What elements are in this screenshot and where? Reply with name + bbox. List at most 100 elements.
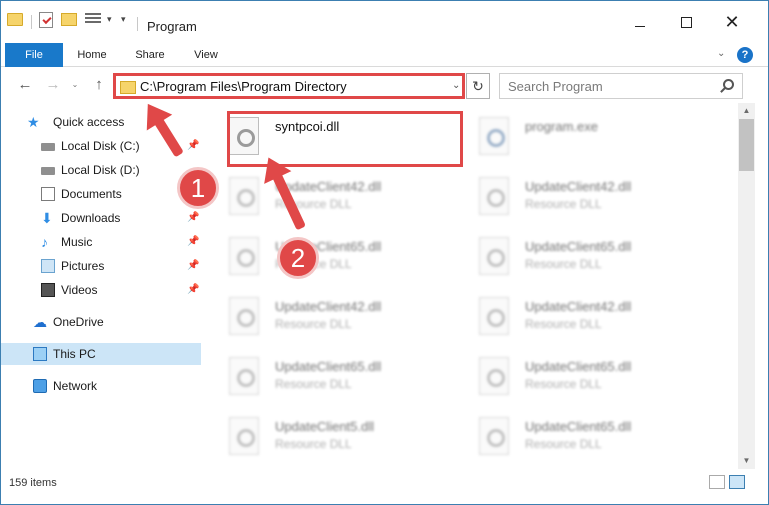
file-type: Resource DLL: [525, 257, 602, 271]
new-folder-icon[interactable]: [61, 13, 77, 26]
view-options-icon[interactable]: [85, 13, 101, 27]
scroll-up-icon[interactable]: ▲: [738, 103, 755, 119]
file-item[interactable]: UpdateClient65.dll Resource DLL: [457, 229, 697, 283]
sidebar-item-videos[interactable]: Videos 📌: [9, 279, 201, 301]
window-title: Program: [147, 19, 197, 34]
forward-button[interactable]: →: [43, 74, 63, 96]
file-item[interactable]: UpdateClient42.dll Resource DLL: [207, 169, 447, 223]
file-type: Resource DLL: [275, 437, 352, 451]
file-name: UpdateClient65.dll: [275, 359, 382, 374]
dll-file-icon: [229, 417, 259, 455]
search-input[interactable]: [508, 75, 718, 97]
details-view-icon[interactable]: [709, 475, 725, 489]
back-button[interactable]: ←: [15, 74, 35, 96]
pin-icon[interactable]: 📌: [187, 279, 199, 301]
pictures-icon: [41, 259, 55, 273]
chevron-down-icon[interactable]: ▾: [107, 14, 112, 25]
status-bar: 159 items: [1, 471, 768, 495]
star-icon: ★: [27, 114, 40, 130]
file-item[interactable]: UpdateClient5.dll Resource DLL: [207, 409, 447, 463]
up-button[interactable]: ↑: [89, 74, 109, 96]
quick-access-separator: [31, 15, 32, 29]
maximize-icon: [680, 16, 692, 28]
recent-locations-button[interactable]: ⌄: [65, 74, 85, 96]
file-type: Resource DLL: [525, 197, 602, 211]
computer-icon: [33, 347, 47, 361]
file-item[interactable]: UpdateClient65.dll Resource DLL: [207, 349, 447, 403]
title-separator: [137, 17, 138, 31]
file-item[interactable]: program.exe: [457, 109, 697, 163]
dll-file-icon: [479, 297, 509, 335]
file-item[interactable]: UpdateClient65.dll Resource DLL: [457, 349, 697, 403]
tab-share[interactable]: Share: [125, 43, 175, 67]
file-item[interactable]: UpdateClient42.dll Resource DLL: [457, 169, 697, 223]
dll-file-icon: [229, 297, 259, 335]
sidebar-item-label: Local Disk (C:): [61, 139, 140, 153]
drive-icon: [41, 167, 55, 175]
minimize-icon: [635, 25, 645, 27]
maximize-button[interactable]: [663, 7, 709, 37]
file-item[interactable]: UpdateClient65.dll Resource DLL: [457, 409, 697, 463]
navigation-bar: ← → ⌄ ↑ C:\Program Files\Program Directo…: [1, 71, 768, 101]
file-name: UpdateClient65.dll: [525, 239, 632, 254]
file-name: UpdateClient42.dll: [525, 299, 632, 314]
folder-icon[interactable]: [7, 13, 23, 26]
address-path[interactable]: C:\Program Files\Program Directory: [140, 79, 347, 94]
sidebar-item-network[interactable]: Network: [9, 375, 201, 397]
sidebar-item-onedrive[interactable]: ☁ OneDrive: [9, 311, 201, 333]
sidebar-item-quick-access[interactable]: ★ Quick access: [9, 111, 201, 133]
cloud-icon: ☁: [33, 314, 47, 330]
pin-icon[interactable]: 📌: [187, 231, 199, 253]
help-icon[interactable]: ?: [737, 47, 753, 63]
scroll-down-icon[interactable]: ▼: [738, 453, 755, 469]
documents-icon: [41, 187, 55, 201]
tab-home[interactable]: Home: [69, 43, 115, 67]
refresh-button[interactable]: ↻: [466, 73, 490, 99]
sidebar-item-this-pc[interactable]: This PC: [1, 343, 201, 365]
file-name: UpdateClient65.dll: [275, 239, 382, 254]
sidebar-item-local-disk-d[interactable]: Local Disk (D:): [9, 159, 201, 181]
dll-file-icon: [479, 417, 509, 455]
sidebar-item-local-disk-c[interactable]: Local Disk (C:) 📌: [9, 135, 201, 157]
pin-icon[interactable]: 📌: [187, 135, 199, 157]
sidebar-item-label: Music: [61, 235, 93, 249]
scroll-thumb[interactable]: [739, 119, 754, 171]
minimize-button[interactable]: [617, 7, 663, 37]
file-name: program.exe: [525, 119, 598, 134]
pin-icon[interactable]: 📌: [187, 255, 199, 277]
tab-view[interactable]: View: [183, 43, 229, 67]
pin-icon[interactable]: 📌: [187, 183, 199, 205]
file-item[interactable]: UpdateClient42.dll Resource DLL: [207, 289, 447, 343]
sidebar-item-pictures[interactable]: Pictures 📌: [9, 255, 201, 277]
customize-toolbar-icon[interactable]: ▾: [121, 14, 126, 25]
title-bar: ▾ ▾ Program ✕: [1, 1, 768, 41]
sidebar-item-label: OneDrive: [53, 315, 104, 329]
navigation-pane: ★ Quick access Local Disk (C:) 📌 Local D…: [1, 105, 203, 465]
file-name: UpdateClient65.dll: [525, 419, 632, 434]
videos-icon: [41, 283, 55, 297]
network-icon: [33, 379, 47, 393]
tab-file[interactable]: File: [5, 43, 63, 67]
expand-ribbon-icon[interactable]: ⌄: [717, 48, 725, 59]
file-item[interactable]: UpdateClient65.dll Resource DLL: [207, 229, 447, 283]
file-type: Resource DLL: [525, 317, 602, 331]
sidebar-item-label: Documents: [61, 187, 122, 201]
search-icon[interactable]: [723, 79, 734, 90]
ribbon-tabs: File Home Share View ⌄ ?: [1, 43, 768, 67]
sidebar-item-downloads[interactable]: ⬇ Downloads 📌: [9, 207, 201, 229]
folder-icon: [120, 81, 136, 94]
selected-file-highlight: [227, 111, 463, 167]
large-icons-view-icon[interactable]: [729, 475, 745, 489]
file-type: Resource DLL: [275, 377, 352, 391]
sidebar-item-label: This PC: [53, 347, 96, 361]
vertical-scrollbar[interactable]: ▲ ▼: [738, 103, 755, 469]
sidebar-item-music[interactable]: ♪ Music 📌: [9, 231, 201, 253]
pin-icon[interactable]: 📌: [187, 207, 199, 229]
sidebar-item-documents[interactable]: Documents 📌: [9, 183, 201, 205]
address-bar[interactable]: C:\Program Files\Program Directory ⌄: [113, 73, 465, 99]
close-button[interactable]: ✕: [709, 7, 755, 37]
address-dropdown-icon[interactable]: ⌄: [452, 80, 460, 91]
file-item[interactable]: UpdateClient42.dll Resource DLL: [457, 289, 697, 343]
properties-icon[interactable]: [39, 12, 53, 28]
search-box[interactable]: [499, 73, 743, 99]
